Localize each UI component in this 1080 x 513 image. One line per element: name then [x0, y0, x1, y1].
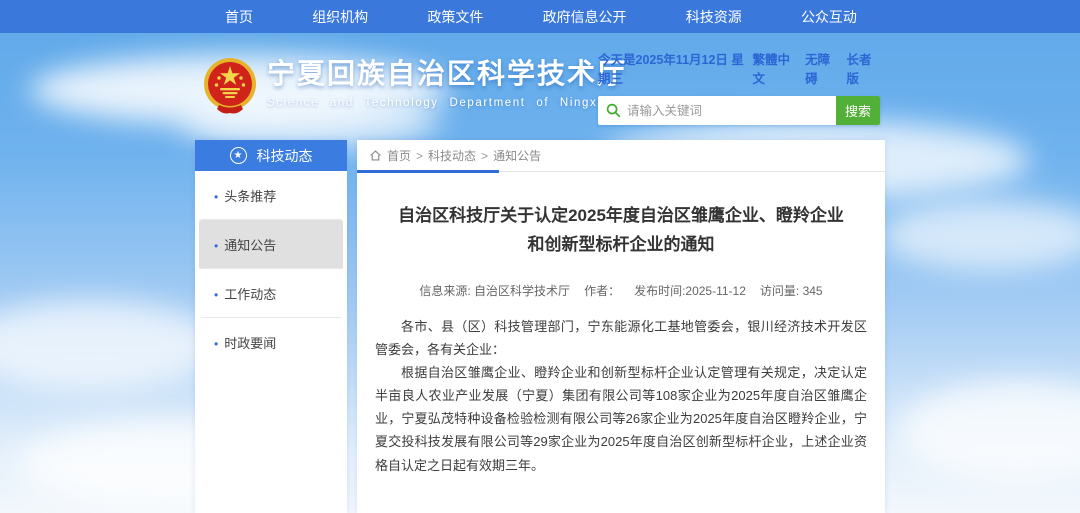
top-navigation-bar: 首页 组织机构 政策文件 政府信息公开 科技资源 公众互动 [0, 0, 1080, 33]
search-input[interactable] [621, 104, 836, 118]
search-icon [606, 103, 621, 118]
current-date-text: 今天是2025年11月12日 星期三 [598, 49, 753, 87]
national-emblem-icon [203, 57, 257, 117]
bullet-icon: • [214, 190, 218, 204]
site-header: 宁夏回族自治区科学技术厅 Science and Technology Depa… [195, 33, 885, 140]
article-title-line2: 和创新型标杆企业的通知 [375, 231, 867, 260]
link-traditional-chinese[interactable]: 繁體中文 [753, 49, 798, 87]
search-button[interactable]: 搜索 [836, 96, 880, 125]
article-title-line1: 自治区科技厅关于认定2025年度自治区雏鹰企业、瞪羚企业 [375, 202, 867, 231]
sidebar-title: 科技动态 [257, 146, 313, 166]
sidebar-item-headline-recommend[interactable]: • 头条推荐 [195, 171, 347, 220]
article: 自治区科技厅关于认定2025年度自治区雏鹰企业、瞪羚企业 和创新型标杆企业的通知… [357, 202, 885, 513]
breadcrumb-separator: > [416, 149, 423, 163]
circled-star-icon: ★ [230, 147, 247, 164]
article-meta: 信息来源: 自治区科学技术厅作者： 发布时间:2025-11-12 访问量: 345 [375, 282, 867, 299]
sidebar-item-notices[interactable]: • 通知公告 [199, 220, 343, 269]
breadcrumb-notices[interactable]: 通知公告 [493, 147, 541, 164]
cloud-decoration [880, 200, 1080, 270]
bullet-icon: • [214, 337, 218, 351]
nav-item-gov-info-disclosure[interactable]: 政府信息公开 [543, 7, 627, 27]
sidebar-sci-tech-news: ★ 科技动态 • 头条推荐 • 通知公告 • 工作动态 • 时政要闻 [195, 140, 347, 513]
nav-item-home[interactable]: 首页 [225, 7, 253, 27]
sidebar-item-label: 通知公告 [224, 238, 276, 253]
breadcrumb-separator: > [481, 149, 488, 163]
meta-visit-count: 访问量: 345 [760, 284, 823, 298]
article-paragraph: 根据自治区雏鹰企业、瞪羚企业和创新型标杆企业认定管理有关规定，决定认定半亩良人农… [375, 361, 867, 477]
sidebar-item-label: 头条推荐 [224, 189, 276, 204]
meta-publish-time: 发布时间:2025-11-12 [634, 284, 746, 298]
cloud-decoration [900, 380, 1080, 480]
content-area: ★ 科技动态 • 头条推荐 • 通知公告 • 工作动态 • 时政要闻 首页 > 科技动态… [195, 140, 885, 513]
sidebar-item-label: 工作动态 [224, 287, 276, 302]
breadcrumb-home[interactable]: 首页 [387, 147, 411, 164]
nav-item-organization[interactable]: 组织机构 [312, 7, 368, 27]
cloud-decoration [0, 300, 220, 390]
nav-item-sci-tech-resources[interactable]: 科技资源 [686, 7, 742, 27]
breadcrumb-sci-tech-news[interactable]: 科技动态 [428, 147, 476, 164]
attachments-label: 附件： [411, 509, 450, 513]
attachments-section: 附件： 1.2025年度自治区雏鹰企业认定名单 2.2025年度自治区瞪羚企业认… [411, 509, 867, 513]
sidebar-header: ★ 科技动态 [195, 140, 347, 171]
meta-info-source: 信息来源: 自治区科学技术厅 [419, 284, 570, 298]
site-brand[interactable]: 宁夏回族自治区科学技术厅 Science and Technology Depa… [203, 57, 627, 117]
sidebar-item-political-news[interactable]: • 时政要闻 [195, 318, 347, 367]
bullet-icon: • [214, 288, 218, 302]
bullet-icon: • [214, 239, 218, 253]
breadcrumb: 首页 > 科技动态 > 通知公告 [357, 140, 885, 172]
article-paragraph: 各市、县（区）科技管理部门，宁东能源化工基地管委会，银川经济技术开发区管委会，各… [375, 315, 867, 361]
nav-item-public-interaction[interactable]: 公众互动 [801, 7, 857, 27]
sidebar-item-label: 时政要闻 [224, 336, 276, 351]
link-elder-version[interactable]: 长者版 [847, 49, 880, 87]
attachment-link-eagle-list[interactable]: 1.2025年度自治区雏鹰企业认定名单 [450, 509, 698, 513]
link-accessibility[interactable]: 无障碍 [805, 49, 838, 87]
article-title: 自治区科技厅关于认定2025年度自治区雏鹰企业、瞪羚企业 和创新型标杆企业的通知 [375, 202, 867, 260]
meta-author: 作者： [584, 284, 620, 298]
home-icon [369, 149, 382, 162]
article-body: 各市、县（区）科技管理部门，宁东能源化工基地管委会，银川经济技术开发区管委会，各… [375, 315, 867, 477]
article-panel: 首页 > 科技动态 > 通知公告 自治区科技厅关于认定2025年度自治区雏鹰企业… [357, 140, 885, 513]
breadcrumb-active-underline [357, 170, 499, 173]
site-title: 宁夏回族自治区科学技术厅 [267, 59, 627, 90]
sidebar-item-work-trends[interactable]: • 工作动态 [195, 269, 347, 318]
search-bar: 搜索 [598, 96, 880, 125]
nav-item-policy-documents[interactable]: 政策文件 [427, 7, 483, 27]
site-subtitle-english: Science and Technology Department of Nin… [267, 97, 627, 109]
